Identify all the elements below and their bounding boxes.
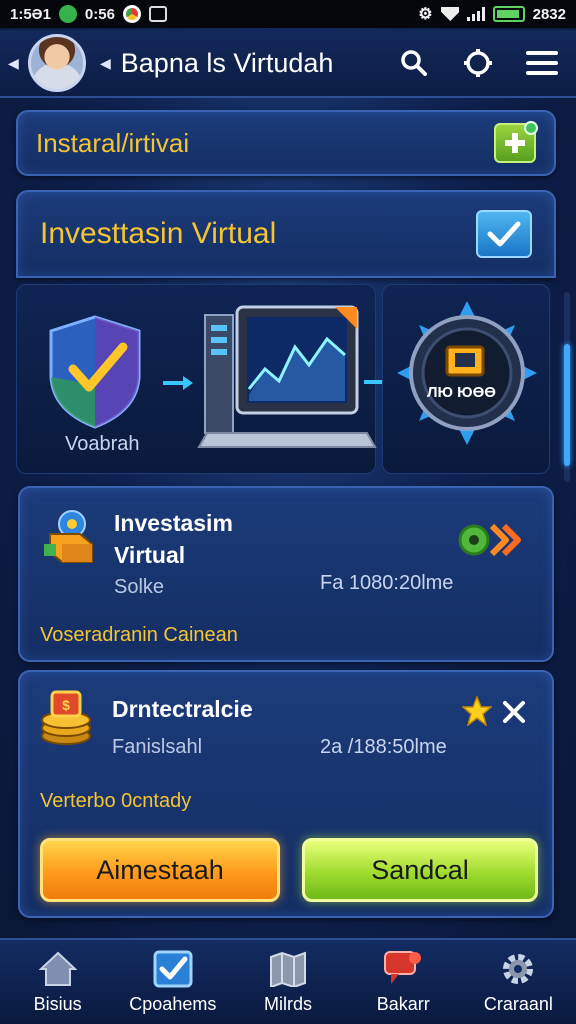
deposit-card[interactable]: $ Drntectralcie Fanislsahl 2a /188:50lme… (18, 670, 554, 918)
card-footer: Voseradranin Cainean (40, 624, 238, 646)
gear-icon (498, 950, 538, 988)
search-icon[interactable] (394, 43, 434, 83)
install-label: Instaral/irtivai (36, 127, 190, 158)
section-title: Investtasin Virtual (40, 217, 277, 250)
close-icon[interactable] (502, 700, 526, 724)
nav-item-home[interactable]: Bisius (0, 940, 115, 1024)
plus-icon (505, 133, 525, 153)
nav-item-tasks[interactable]: Cpoahems (115, 940, 230, 1024)
card-title: Drntectralcie (112, 696, 253, 722)
gear-arrows-icon (458, 523, 521, 557)
card-subtitle: Fanislsahl (112, 736, 203, 758)
shield-caption: Voabrah (65, 433, 140, 455)
battery-icon (492, 6, 525, 22)
message-icon (148, 6, 167, 22)
avatar[interactable] (28, 34, 86, 92)
coins-icon: $ (41, 690, 91, 745)
nav-label: Craraanl (483, 993, 553, 1014)
dial-caption: ЛЮ ЮӨӨ (427, 384, 496, 401)
checkmark-icon (487, 221, 521, 247)
status-clock: 0:56 (84, 5, 115, 23)
scrollbar-thumb[interactable] (564, 344, 570, 466)
badge-icon (524, 121, 538, 135)
computer-chart-icon (197, 305, 377, 448)
nav-item-settings[interactable]: Craraanl (461, 940, 576, 1024)
browser-icon (122, 5, 141, 23)
nav-label: Bisius (33, 993, 82, 1014)
settings-icon[interactable] (458, 43, 498, 83)
star-icon (462, 696, 492, 726)
status-bar: 1:5Ә1 0:56 ⚙ 2832 (0, 0, 576, 28)
shield-icon (49, 315, 141, 429)
map-icon (268, 950, 308, 988)
primary-action-button[interactable]: Aimestaah (40, 838, 280, 902)
menu-icon[interactable] (522, 43, 562, 83)
checkbox-icon (153, 950, 193, 988)
app-header: ◀ ◀ Bapna ls Virtudah (0, 30, 576, 98)
secondary-action-button[interactable]: Sandcal (302, 838, 538, 902)
target-dial-icon (397, 301, 537, 445)
chat-bubble-icon (383, 950, 423, 988)
gear-box-icon (44, 510, 93, 563)
bottom-navigation: Bisius Cpoahems Milrds Bakarr Craraanl (0, 938, 576, 1024)
virtual-investment-panel: Investtasin Virtual (16, 190, 556, 278)
svg-text:$: $ (62, 697, 70, 713)
wifi-icon (440, 7, 459, 21)
signal-icon (466, 7, 485, 21)
arrow-right-icon (163, 376, 193, 390)
install-panel[interactable]: Instaral/irtivai (16, 110, 556, 176)
notification-icon (58, 5, 77, 23)
nav-label: Cpoahems (129, 993, 217, 1014)
chevron-left-icon[interactable]: ◀ (100, 55, 111, 72)
nav-label: Bakarr (376, 993, 430, 1014)
check-button[interactable] (476, 210, 532, 258)
dial-panel: ЛЮ ЮӨӨ (382, 284, 550, 474)
nav-label: Milrds (264, 993, 312, 1014)
investment-card[interactable]: Investasim Virtual Solke Fa 1080:20lme V… (18, 486, 554, 662)
nav-item-map[interactable]: Milrds (230, 940, 345, 1024)
app-screen: 1:5Ә1 0:56 ⚙ 2832 ◀ ◀ Bapna ls Virtudah (0, 0, 576, 1024)
back-chevron-icon[interactable]: ◀ (8, 55, 19, 72)
house-icon (38, 950, 78, 988)
page-title: Bapna ls Virtudah (120, 47, 334, 78)
card-subtitle: Solke (114, 576, 165, 598)
card-title-line1: Investasim (114, 510, 233, 536)
nav-item-chat[interactable]: Bakarr (346, 940, 461, 1024)
card-footer: Verterbo 0cntady (40, 790, 192, 812)
card-time: Fa 1080:20lme (320, 572, 454, 594)
alarm-icon: ⚙ (418, 6, 433, 23)
illustration-panel: Voabrah (16, 284, 377, 474)
card-title-line2: Virtual (114, 542, 186, 568)
status-time: 1:5Ә1 (10, 5, 51, 23)
card-time: 2a /188:50lme (320, 736, 447, 758)
status-battery-text: 2832 (532, 5, 566, 23)
add-button[interactable] (494, 121, 538, 163)
